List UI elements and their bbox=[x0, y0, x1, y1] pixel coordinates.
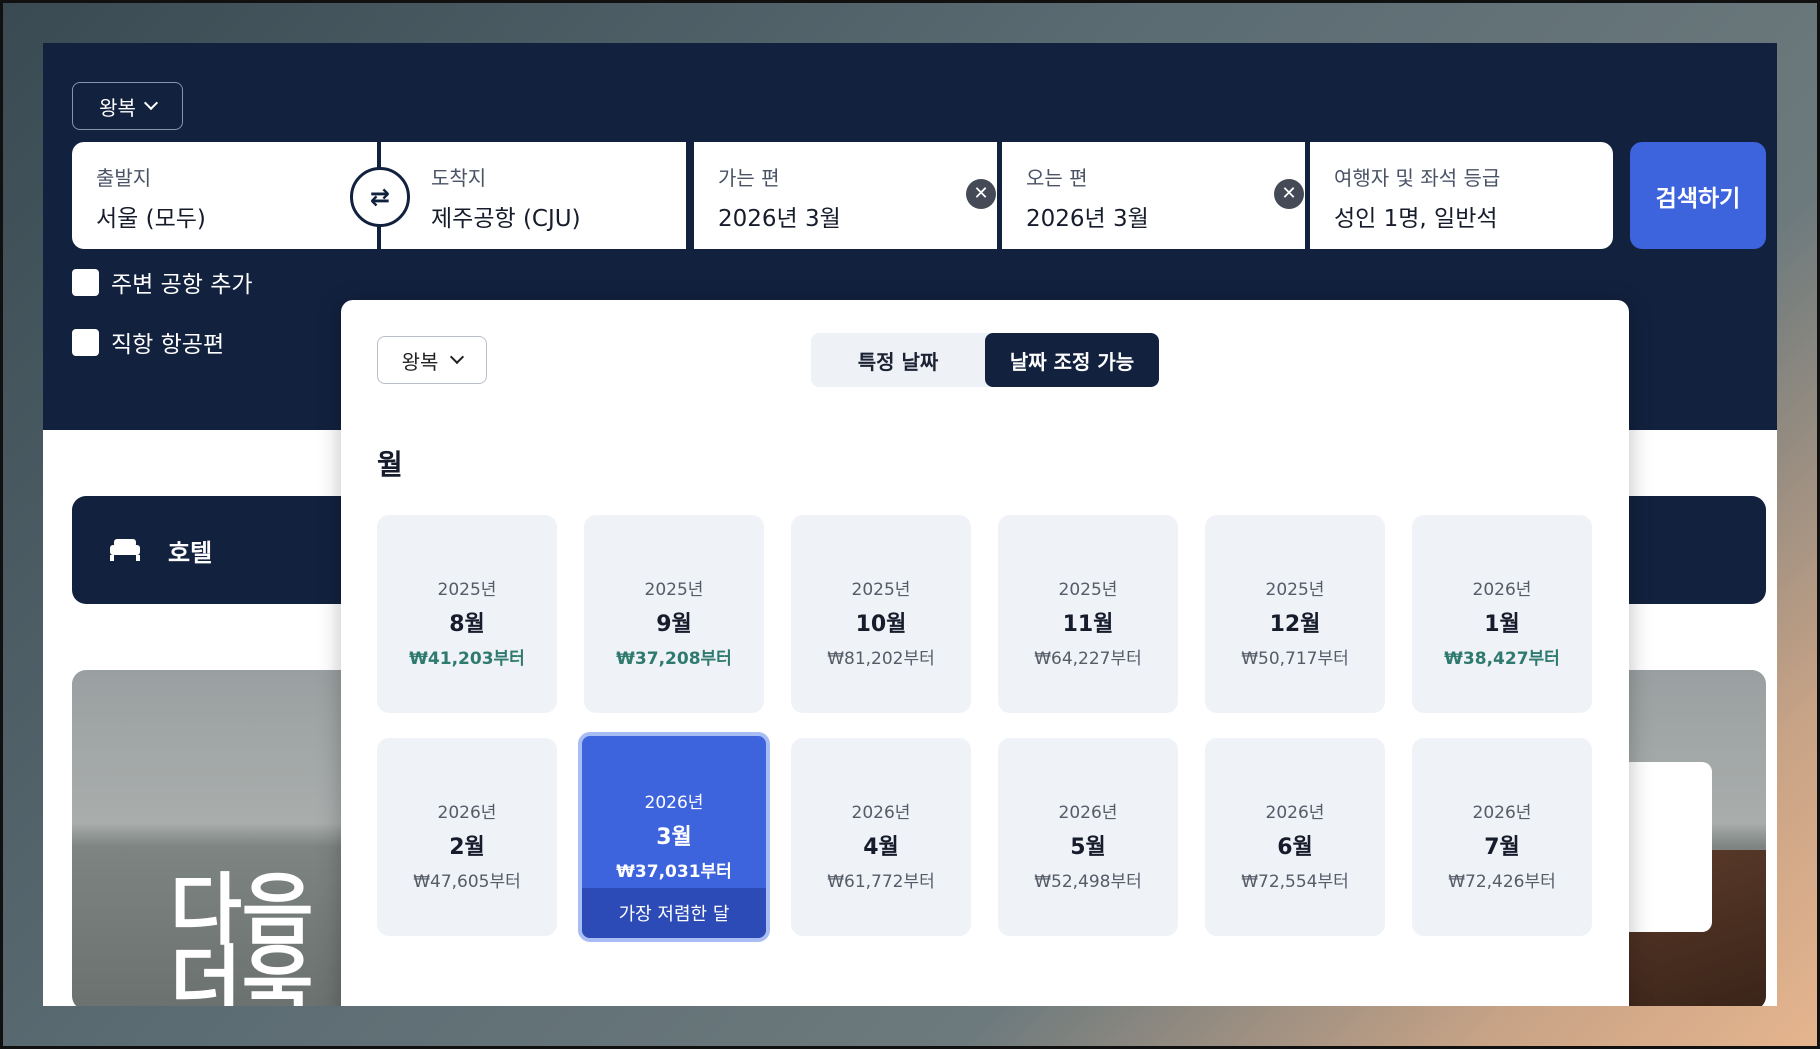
month-card-year: 2026년 bbox=[1472, 580, 1532, 600]
clear-return-icon[interactable]: ✕ bbox=[1274, 179, 1304, 209]
month-card-price: ₩81,202부터 bbox=[827, 649, 935, 669]
nearby-airports-checkbox[interactable]: 주변 공항 추가 bbox=[72, 265, 253, 299]
month-card-year: 2026년 bbox=[1058, 803, 1118, 823]
flexible-date-popup: 왕복 특정 날짜 날짜 조정 가능 월 2025년 8월 ₩41,203부터 2025… bbox=[341, 300, 1629, 1006]
clear-depart-icon[interactable]: ✕ bbox=[966, 179, 996, 209]
popup-trip-type-value: 왕복 bbox=[401, 349, 439, 374]
month-card[interactable]: 2026년 3월 ₩37,031부터가장 저렴한 달 bbox=[578, 732, 770, 942]
direct-flights-label: 직항 항공편 bbox=[111, 332, 225, 358]
nearby-airports-label: 주변 공항 추가 bbox=[111, 272, 253, 298]
swap-icon[interactable]: ⇄ bbox=[350, 167, 410, 227]
tab-flexible-dates[interactable]: 날짜 조정 가능 bbox=[985, 333, 1159, 387]
month-card-month: 9월 bbox=[656, 612, 692, 637]
month-card-month: 8월 bbox=[449, 612, 485, 637]
month-card[interactable]: 2026년 7월 ₩72,426부터 bbox=[1412, 738, 1592, 936]
destination-value: 제주공항 (CJU) bbox=[431, 206, 581, 232]
month-card-month: 12월 bbox=[1269, 612, 1321, 637]
trip-type-select[interactable]: 왕복 bbox=[72, 82, 183, 130]
month-card-year: 2026년 bbox=[1472, 803, 1532, 823]
month-card-price: ₩52,498부터 bbox=[1034, 872, 1142, 892]
depart-value: 2026년 3월 bbox=[718, 206, 841, 232]
month-card-price: ₩37,031부터 bbox=[616, 862, 732, 882]
month-card[interactable]: 2026년 2월 ₩47,605부터 bbox=[377, 738, 557, 936]
promo-headline: 다음 더욱 bbox=[170, 866, 314, 1006]
bed-icon bbox=[110, 539, 140, 561]
month-card[interactable]: 2025년 8월 ₩41,203부터 bbox=[377, 515, 557, 713]
checkbox-box[interactable] bbox=[72, 268, 99, 296]
promo-line-1: 다음 bbox=[170, 866, 314, 956]
month-card-month: 3월 bbox=[656, 825, 692, 850]
destination-field[interactable]: 도착지 제주공항 (CJU) bbox=[381, 142, 686, 249]
month-card-price: ₩41,203부터 bbox=[409, 649, 525, 669]
month-card-year: 2026년 bbox=[851, 803, 911, 823]
month-card-month: 5월 bbox=[1070, 835, 1106, 860]
cheapest-month-badge: 가장 저렴한 달 bbox=[582, 888, 766, 938]
month-card-month: 7월 bbox=[1484, 835, 1520, 860]
month-card-year: 2025년 bbox=[1265, 580, 1325, 600]
tab-specific-dates[interactable]: 특정 날짜 bbox=[811, 333, 985, 387]
month-card[interactable]: 2026년 5월 ₩52,498부터 bbox=[998, 738, 1178, 936]
month-card-price: ₩50,717부터 bbox=[1241, 649, 1349, 669]
month-card-month: 2월 bbox=[449, 835, 485, 860]
month-card-year: 2025년 bbox=[851, 580, 911, 600]
month-card-price: ₩72,554부터 bbox=[1241, 872, 1349, 892]
month-card-year: 2025년 bbox=[1058, 580, 1118, 600]
month-card-year: 2026년 bbox=[1265, 803, 1325, 823]
month-card-year: 2026년 bbox=[644, 793, 704, 813]
month-card[interactable]: 2026년 4월 ₩61,772부터 bbox=[791, 738, 971, 936]
date-mode-toggle: 특정 날짜 날짜 조정 가능 bbox=[811, 333, 1159, 387]
month-card[interactable]: 2025년 12월 ₩50,717부터 bbox=[1205, 515, 1385, 713]
month-card[interactable]: 2025년 9월 ₩37,208부터 bbox=[584, 515, 764, 713]
travelers-value: 성인 1명, 일반석 bbox=[1334, 206, 1498, 232]
flight-search-page: 왕복 출발지 서울 (모두) ⇄ 도착지 제주공항 (CJU) 가는 편 202… bbox=[43, 43, 1777, 1006]
return-value: 2026년 3월 bbox=[1026, 206, 1149, 232]
destination-label: 도착지 bbox=[431, 166, 487, 190]
chevron-down-icon bbox=[143, 95, 158, 111]
month-card[interactable]: 2025년 10월 ₩81,202부터 bbox=[791, 515, 971, 713]
month-card-price: ₩37,208부터 bbox=[616, 649, 732, 669]
month-card[interactable]: 2026년 1월 ₩38,427부터 bbox=[1412, 515, 1592, 713]
travelers-label: 여행자 및 좌석 등급 bbox=[1334, 166, 1501, 190]
month-card-year: 2025년 bbox=[437, 580, 497, 600]
month-section-title: 월 bbox=[377, 448, 403, 481]
origin-label: 출발지 bbox=[96, 166, 152, 190]
trip-type-value: 왕복 bbox=[99, 95, 136, 120]
month-card-month: 1월 bbox=[1484, 612, 1520, 637]
hotel-label: 호텔 bbox=[168, 538, 213, 567]
chevron-down-icon bbox=[450, 349, 465, 365]
month-card-year: 2026년 bbox=[437, 803, 497, 823]
month-card-price: ₩64,227부터 bbox=[1034, 649, 1142, 669]
depart-label: 가는 편 bbox=[718, 166, 780, 190]
month-card-month: 4월 bbox=[863, 835, 899, 860]
month-card-price: ₩61,772부터 bbox=[827, 872, 935, 892]
origin-value: 서울 (모두) bbox=[96, 206, 206, 232]
month-card-month: 6월 bbox=[1277, 835, 1313, 860]
direct-flights-checkbox[interactable]: 직항 항공편 bbox=[72, 325, 224, 359]
depart-field[interactable]: 가는 편 2026년 3월 bbox=[694, 142, 997, 249]
popup-trip-type-select[interactable]: 왕복 bbox=[377, 336, 487, 384]
month-card-price: ₩72,426부터 bbox=[1448, 872, 1556, 892]
month-card-price: ₩38,427부터 bbox=[1444, 649, 1560, 669]
month-card[interactable]: 2026년 6월 ₩72,554부터 bbox=[1205, 738, 1385, 936]
checkbox-box[interactable] bbox=[72, 328, 99, 356]
return-field[interactable]: 오는 편 2026년 3월 bbox=[1002, 142, 1305, 249]
travelers-field[interactable]: 여행자 및 좌석 등급 성인 1명, 일반석 bbox=[1310, 142, 1613, 249]
search-button[interactable]: 검색하기 bbox=[1630, 142, 1766, 249]
promo-line-2: 더욱 bbox=[170, 938, 314, 1006]
month-card-month: 11월 bbox=[1062, 612, 1114, 637]
month-card-year: 2025년 bbox=[644, 580, 704, 600]
month-card[interactable]: 2025년 11월 ₩64,227부터 bbox=[998, 515, 1178, 713]
month-card-price: ₩47,605부터 bbox=[413, 872, 521, 892]
origin-field[interactable]: 출발지 서울 (모두) bbox=[72, 142, 377, 249]
return-label: 오는 편 bbox=[1026, 166, 1088, 190]
month-card-month: 10월 bbox=[855, 612, 907, 637]
